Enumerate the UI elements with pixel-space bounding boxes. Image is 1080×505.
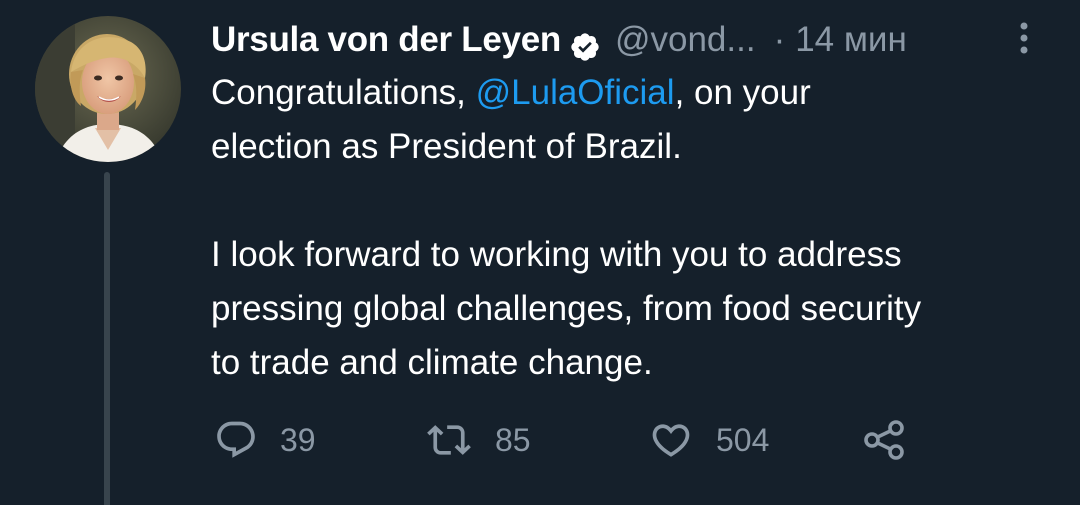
share-button[interactable] — [860, 410, 908, 470]
separator-dot: · — [773, 20, 786, 59]
tweet-actions: 39 85 504 — [0, 410, 1080, 470]
verified-badge-icon — [569, 24, 601, 61]
reply-button[interactable]: 39 — [214, 410, 316, 470]
tweet-text-line-3: I look forward to working with you to ad… — [211, 235, 902, 274]
tweet-text-line-5: to trade and climate change. — [211, 343, 653, 382]
tweet[interactable]: Ursula von der Leyen @vond... · 14 мин C… — [0, 0, 1080, 505]
tweet-text-segment: Congratulations, — [211, 73, 476, 112]
tweet-text-segment: , on your — [674, 73, 811, 112]
paragraph-break — [211, 174, 1061, 228]
reply-count: 39 — [280, 421, 316, 458]
tweet-text: Congratulations, @LulaOficial, on your e… — [211, 66, 1061, 390]
heart-icon — [648, 418, 694, 462]
author-name[interactable]: Ursula von der Leyen — [211, 12, 561, 68]
retweet-count: 85 — [495, 421, 531, 458]
tweet-time[interactable]: 14 мин — [795, 12, 907, 68]
share-icon — [860, 416, 908, 464]
tweet-text-line-2: election as President of Brazil. — [211, 127, 682, 166]
reply-icon — [214, 418, 258, 462]
tweet-text-line-1: Congratulations, @LulaOficial, on your — [211, 66, 1061, 120]
avatar-photo — [35, 16, 181, 162]
more-vertical-icon[interactable] — [1012, 18, 1036, 62]
avatar[interactable] — [35, 16, 181, 162]
author-handle[interactable]: @vond... — [615, 12, 756, 68]
mention-link[interactable]: @LulaOficial — [476, 73, 675, 112]
tweet-text-line-4: pressing global challenges, from food se… — [211, 289, 922, 328]
retweet-button[interactable]: 85 — [425, 410, 531, 470]
like-button[interactable]: 504 — [648, 410, 769, 470]
like-count: 504 — [716, 421, 770, 458]
tweet-header: Ursula von der Leyen @vond... · 14 мин — [211, 12, 907, 68]
retweet-icon — [425, 418, 473, 462]
